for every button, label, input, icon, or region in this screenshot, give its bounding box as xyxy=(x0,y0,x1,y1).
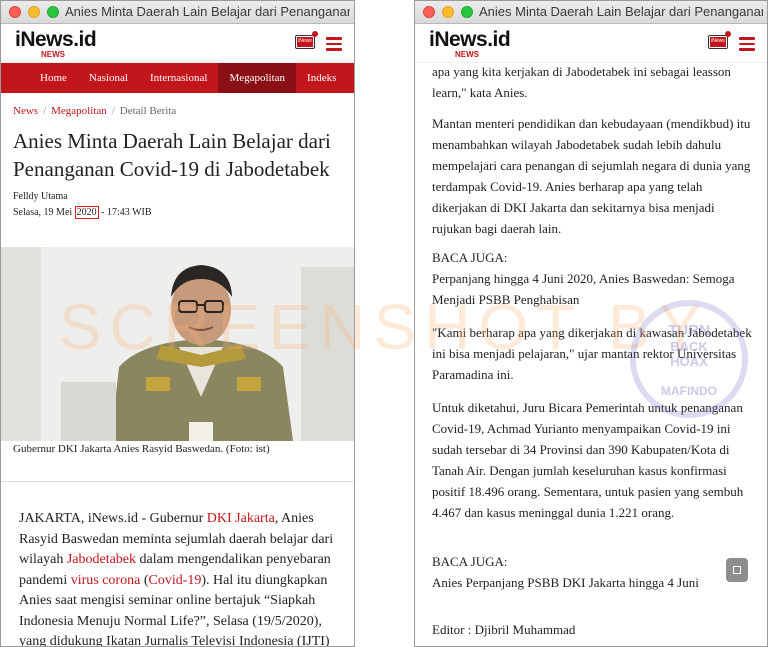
baca-juga-link[interactable]: Perpanjang hingga 4 Juni 2020, Anies Bas… xyxy=(432,268,755,310)
left-browser-window: Anies Minta Daerah Lain Belajar dari Pen… xyxy=(0,0,355,647)
window-title: Anies Minta Daerah Lain Belajar dari Pen… xyxy=(65,4,350,19)
logo-subtitle: NEWS xyxy=(41,50,65,59)
right-browser-window: Anies Minta Daerah Lain Belajar dari Pen… xyxy=(414,0,768,647)
window-title: Anies Minta Daerah Lain Belajar dari Pen… xyxy=(479,4,763,19)
paragraph-4: Untuk diketahui, Juru Bicara Pemerintah … xyxy=(432,400,744,520)
article-author: Felldy Utama xyxy=(13,191,68,202)
breadcrumb: News / Megapolitan / Detail Berita xyxy=(13,105,177,117)
tv-icon[interactable]: iNews xyxy=(708,35,728,49)
link-virus-corona[interactable]: virus corona xyxy=(71,573,141,588)
title-bar: Anies Minta Daerah Lain Belajar dari Pen… xyxy=(1,1,354,24)
link-covid-19[interactable]: Covid-19 xyxy=(148,573,201,588)
paragraph-1: apa yang kita kerjakan di Jabodetabek in… xyxy=(432,64,731,100)
main-nav: Home Nasional Internasional Megapolitan … xyxy=(1,63,354,93)
editor-credit: Editor : Djibril Muhammad xyxy=(432,622,576,637)
date-year-highlight: 2020 xyxy=(74,206,99,219)
article-photo xyxy=(1,247,354,441)
notification-dot xyxy=(312,31,318,37)
maximize-window-button[interactable] xyxy=(461,6,473,18)
nav-indeks[interactable]: Indeks xyxy=(296,63,347,93)
governor-photo xyxy=(1,247,354,441)
menu-icon[interactable] xyxy=(739,37,755,51)
photo-caption: Gubernur DKI Jakarta Anies Rasyid Baswed… xyxy=(13,443,270,455)
article-body: JAKARTA, iNews.id - Gubernur DKI Jakarta… xyxy=(19,511,334,647)
baca-juga-link-2[interactable]: Anies Perpanjang PSBB DKI Jakarta hingga… xyxy=(432,572,755,593)
site-header: iNews.id NEWS iNews xyxy=(415,24,767,63)
close-window-button[interactable] xyxy=(423,6,435,18)
breadcrumb-current: Detail Berita xyxy=(119,105,177,117)
minimize-window-button[interactable] xyxy=(442,6,454,18)
site-logo[interactable]: iNews.id xyxy=(15,28,97,52)
article-headline: Anies Minta Daerah Lain Belajar dari Pen… xyxy=(13,129,331,181)
title-bar: Anies Minta Daerah Lain Belajar dari Pen… xyxy=(415,1,767,24)
breadcrumb-megapolitan[interactable]: Megapolitan xyxy=(51,105,107,117)
nav-home[interactable]: Home xyxy=(29,63,78,93)
baca-juga-label: BACA JUGA: xyxy=(432,250,508,265)
menu-icon[interactable] xyxy=(326,37,342,51)
article-date: Selasa, 19 Mei 2020 - 17:43 WIB xyxy=(13,206,152,219)
maximize-window-button[interactable] xyxy=(47,6,59,18)
scroll-to-top-button[interactable] xyxy=(726,558,748,582)
breadcrumb-news[interactable]: News xyxy=(13,105,38,117)
logo-subtitle: NEWS xyxy=(455,50,479,59)
site-header: iNews.id NEWS iNews xyxy=(1,24,354,63)
divider xyxy=(1,481,354,482)
nav-nasional[interactable]: Nasional xyxy=(78,63,139,93)
site-logo[interactable]: iNews.id xyxy=(429,28,511,52)
nav-internasional[interactable]: Internasional xyxy=(139,63,218,93)
nav-megapolitan[interactable]: Megapolitan xyxy=(218,63,297,93)
link-jabodetabek[interactable]: Jabodetabek xyxy=(67,552,136,567)
link-dki-jakarta[interactable]: DKI Jakarta xyxy=(207,511,275,526)
notification-dot xyxy=(725,31,731,37)
tv-icon[interactable]: iNews xyxy=(295,35,315,49)
paragraph-3: "Kami berharap apa yang dikerjakan di ka… xyxy=(432,325,752,382)
close-window-button[interactable] xyxy=(9,6,21,18)
baca-juga-label-2: BACA JUGA: xyxy=(432,554,508,569)
minimize-window-button[interactable] xyxy=(28,6,40,18)
paragraph-2: Mantan menteri pendidikan dan kebudayaan… xyxy=(432,116,751,236)
